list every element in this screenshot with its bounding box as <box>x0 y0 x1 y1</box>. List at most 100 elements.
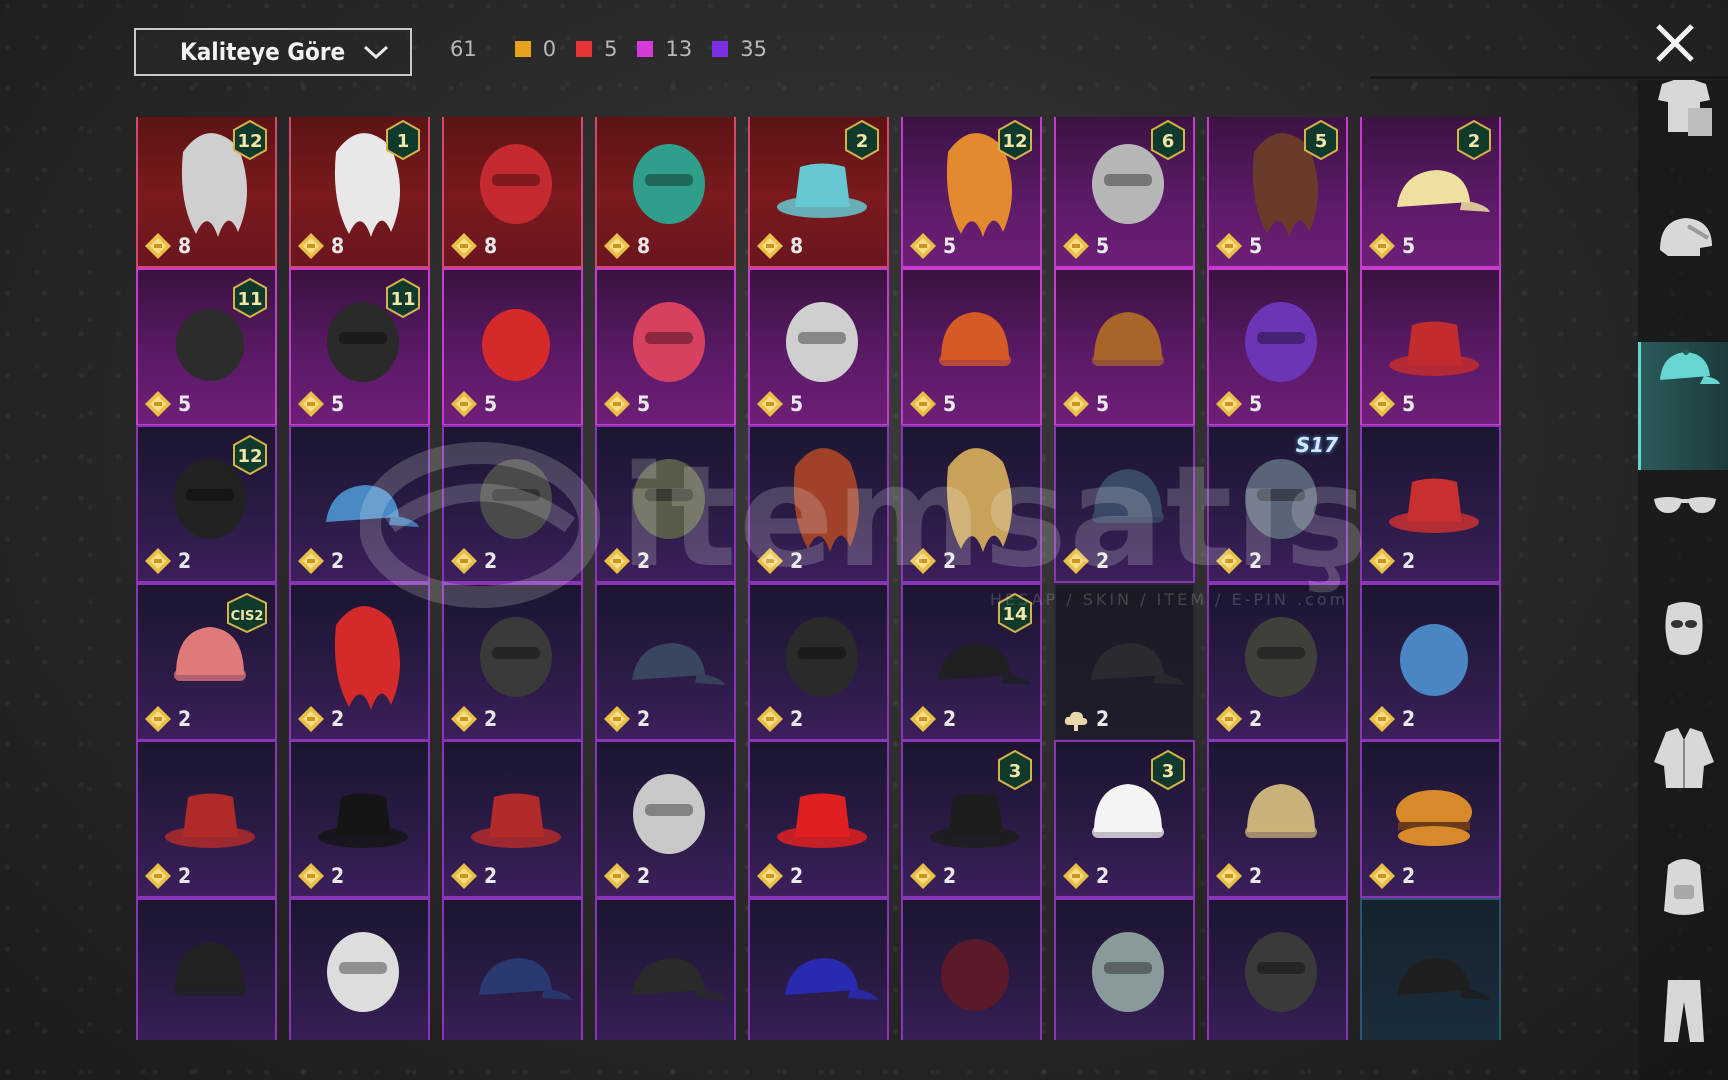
item-tile[interactable]: 32 <box>901 740 1042 898</box>
item-tile[interactable]: 2 <box>289 740 430 898</box>
item-tile[interactable]: 2 <box>1360 740 1501 898</box>
hat-icon <box>1660 349 1720 384</box>
item-tile[interactable]: 25 <box>1360 117 1501 268</box>
item-tile[interactable] <box>136 897 277 1040</box>
price-value: 2 <box>1096 549 1110 573</box>
item-tile[interactable]: 2 <box>1207 740 1348 898</box>
coin-icon <box>298 863 324 889</box>
price-value: 2 <box>790 549 804 573</box>
svg-text:2: 2 <box>1468 131 1481 152</box>
item-tile[interactable]: 5 <box>595 267 736 426</box>
tab-jacket[interactable] <box>1648 722 1720 794</box>
coin-icon <box>604 548 630 574</box>
svg-text:5: 5 <box>1315 131 1328 152</box>
item-tile[interactable]: 2 <box>748 425 889 583</box>
item-tile[interactable]: 8 <box>595 117 736 268</box>
item-price: 5 <box>450 390 497 418</box>
price-value: 2 <box>790 864 804 888</box>
item-tile[interactable]: 2 <box>442 740 583 898</box>
price-value: 2 <box>1402 706 1416 731</box>
price-value: 2 <box>943 549 957 573</box>
item-tile[interactable] <box>1054 897 1195 1040</box>
item-tile[interactable]: 65 <box>1054 117 1195 268</box>
tab-helmet[interactable] <box>1648 206 1720 278</box>
tab-mask[interactable] <box>1648 594 1720 666</box>
chevron-down-icon <box>363 45 389 60</box>
item-tile[interactable]: 8 <box>442 117 583 268</box>
season-badge: 11 <box>386 277 420 318</box>
item-price: 2 <box>1215 547 1262 575</box>
item-tile[interactable]: 12 2 <box>136 425 277 583</box>
item-tile[interactable]: 5 <box>748 267 889 426</box>
item-tile[interactable]: 18 <box>289 117 430 268</box>
tab-outfit[interactable] <box>1648 72 1720 144</box>
item-tile[interactable]: 55 <box>1207 117 1348 268</box>
svg-text:CIS2: CIS2 <box>231 609 264 624</box>
price-value: 5 <box>331 391 345 416</box>
close-icon[interactable] <box>1650 18 1700 68</box>
item-tile[interactable]: S17 2 <box>1207 425 1348 583</box>
item-tile[interactable]: 2 <box>595 425 736 583</box>
price-value: 2 <box>484 706 498 731</box>
item-price: 2 <box>144 547 191 575</box>
item-tile[interactable]: 2 <box>1054 582 1195 741</box>
item-tile[interactable]: CIS2 2 <box>136 582 277 741</box>
item-tile[interactable]: 2 <box>901 425 1042 583</box>
item-tile[interactable]: 12 8 <box>136 117 277 268</box>
svg-text:12: 12 <box>237 131 262 152</box>
item-tile[interactable]: 5 <box>1054 267 1195 426</box>
season-badge: 5 <box>1304 120 1338 160</box>
price-value: 5 <box>790 391 804 416</box>
item-tile[interactable] <box>1207 897 1348 1040</box>
dark-cap-icon <box>1397 957 1490 1000</box>
item-price: 5 <box>144 390 191 418</box>
helmet-icon <box>1660 218 1712 256</box>
item-tile[interactable] <box>748 897 889 1040</box>
item-tile[interactable]: 2 <box>442 582 583 741</box>
item-tile[interactable]: 11 5 <box>289 267 430 426</box>
price-value: 2 <box>331 549 345 573</box>
item-tile[interactable]: 2 <box>1360 582 1501 741</box>
item-price: 2 <box>450 862 497 890</box>
purple-cap-icon <box>785 957 878 1000</box>
item-tile[interactable]: 2 <box>595 740 736 898</box>
rarity-swatch-purple <box>712 41 729 57</box>
price-value: 8 <box>178 234 192 258</box>
item-tile[interactable]: 2 <box>595 582 736 741</box>
item-tile[interactable] <box>1360 897 1501 1040</box>
item-tile[interactable]: 2 <box>1207 582 1348 741</box>
item-tile[interactable]: 28 <box>748 117 889 268</box>
item-tile[interactable]: 2 <box>1360 425 1501 583</box>
item-tile[interactable]: 2 <box>748 582 889 741</box>
item-tile[interactable] <box>595 897 736 1040</box>
item-grid[interactable]: 12 8 1888 28 12 5 65 55 25 11 5 11 5 5 5 5 5 5 5 5 … <box>136 117 1504 1040</box>
item-tile[interactable]: 14 2 <box>901 582 1042 741</box>
item-tile[interactable]: 5 <box>1207 267 1348 426</box>
tab-hat[interactable] <box>1648 336 1720 408</box>
item-tile[interactable] <box>289 897 430 1040</box>
item-tile[interactable]: 2 <box>442 425 583 583</box>
item-tile[interactable]: 11 5 <box>136 267 277 426</box>
tab-backpack[interactable] <box>1648 849 1720 921</box>
item-tile[interactable]: 2 <box>748 740 889 898</box>
item-tile[interactable]: 5 <box>1360 267 1501 426</box>
sort-dropdown[interactable]: Kaliteye Göre <box>134 28 412 76</box>
coin-icon <box>1216 233 1242 259</box>
item-tile[interactable]: 5 <box>901 267 1042 426</box>
svg-text:3: 3 <box>1162 761 1175 782</box>
item-price: 2 <box>450 705 497 733</box>
price-value: 8 <box>484 234 498 258</box>
item-tile[interactable]: 5 <box>442 267 583 426</box>
item-price: 2 <box>603 547 650 575</box>
item-tile[interactable]: 12 5 <box>901 117 1042 268</box>
item-tile[interactable]: 2 <box>289 582 430 741</box>
tab-pants[interactable] <box>1648 974 1720 1046</box>
item-tile[interactable]: 2 <box>1054 425 1195 583</box>
tab-glasses[interactable] <box>1648 469 1720 541</box>
price-value: 2 <box>1249 706 1263 731</box>
item-tile[interactable]: 2 <box>136 740 277 898</box>
item-tile[interactable] <box>901 897 1042 1040</box>
item-tile[interactable]: 32 <box>1054 740 1195 898</box>
item-tile[interactable] <box>442 897 583 1040</box>
item-tile[interactable]: 2 <box>289 425 430 583</box>
